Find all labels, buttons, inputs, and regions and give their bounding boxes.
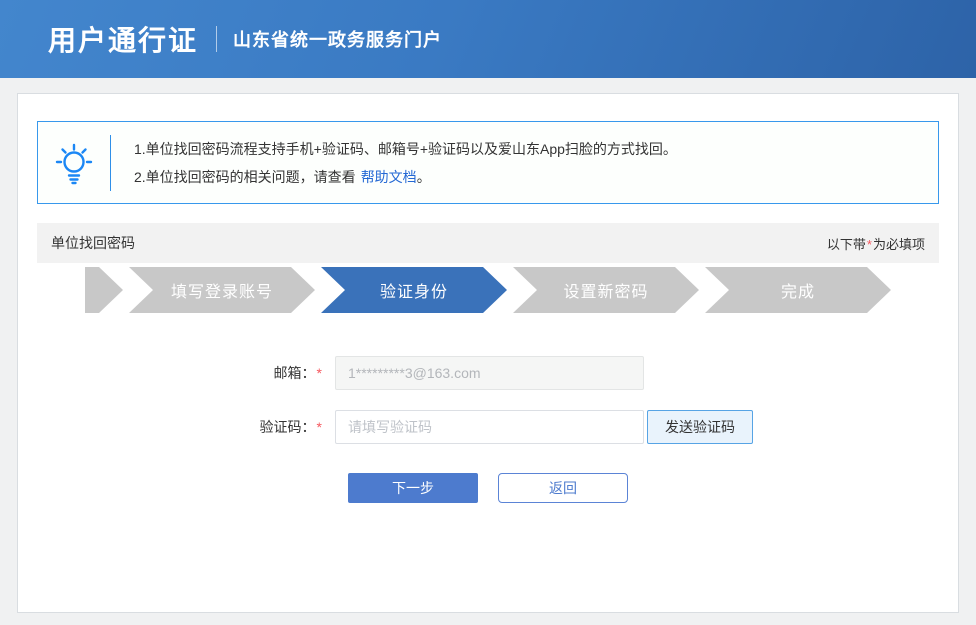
- code-label: 验证码：*: [259, 419, 322, 435]
- help-doc-link[interactable]: 帮助文档: [361, 169, 417, 185]
- app-header: 用户通行证 山东省统一政务服务门户: [0, 0, 976, 78]
- step-lead-arrow: [85, 267, 123, 313]
- email-required-asterisk: *: [316, 365, 322, 381]
- step-verify-identity: 验证身份: [321, 267, 507, 313]
- tip-text: 1.单位找回密码流程支持手机+验证码、邮箱号+验证码以及爱山东App扫脸的方式找…: [111, 135, 677, 191]
- required-asterisk: *: [866, 236, 872, 252]
- tip-line-2: 2.单位找回密码的相关问题，请查看 帮助文档。: [134, 168, 431, 185]
- step-wizard: 填写登录账号 验证身份 设置新密码 完成: [37, 267, 939, 313]
- code-row: 验证码：* 发送验证码: [37, 410, 939, 444]
- section-bar: 单位找回密码 以下带*为必填项: [37, 223, 939, 263]
- email-label: 邮箱：*: [273, 365, 322, 381]
- section-title: 单位找回密码: [51, 235, 135, 251]
- verify-form: 邮箱：* 验证码：* 发送验证码 下一步 返回: [37, 356, 939, 503]
- step-fill-account: 填写登录账号: [129, 267, 315, 313]
- next-button[interactable]: 下一步: [348, 473, 478, 503]
- step-complete: 完成: [705, 267, 891, 313]
- send-code-button[interactable]: 发送验证码: [647, 410, 753, 444]
- verification-code-input[interactable]: [335, 410, 644, 444]
- portal-subtitle: 山东省统一政务服务门户: [233, 30, 443, 50]
- required-note: 以下带*为必填项: [826, 236, 925, 252]
- tip-line-1: 1.单位找回密码流程支持手机+验证码、邮箱号+验证码以及爱山东App扫脸的方式找…: [134, 140, 677, 157]
- tip-box: 1.单位找回密码流程支持手机+验证码、邮箱号+验证码以及爱山东App扫脸的方式找…: [37, 121, 939, 204]
- back-button[interactable]: 返回: [498, 473, 628, 503]
- app-title: 用户通行证: [48, 25, 199, 56]
- email-input[interactable]: [335, 356, 644, 390]
- form-actions: 下一步 返回: [348, 473, 939, 503]
- main-card: 1.单位找回密码流程支持手机+验证码、邮箱号+验证码以及爱山东App扫脸的方式找…: [17, 93, 959, 613]
- header-divider: [216, 26, 218, 52]
- email-row: 邮箱：*: [37, 356, 939, 390]
- step-set-password: 设置新密码: [513, 267, 699, 313]
- lightbulb-icon: [38, 140, 110, 186]
- code-required-asterisk: *: [316, 419, 322, 435]
